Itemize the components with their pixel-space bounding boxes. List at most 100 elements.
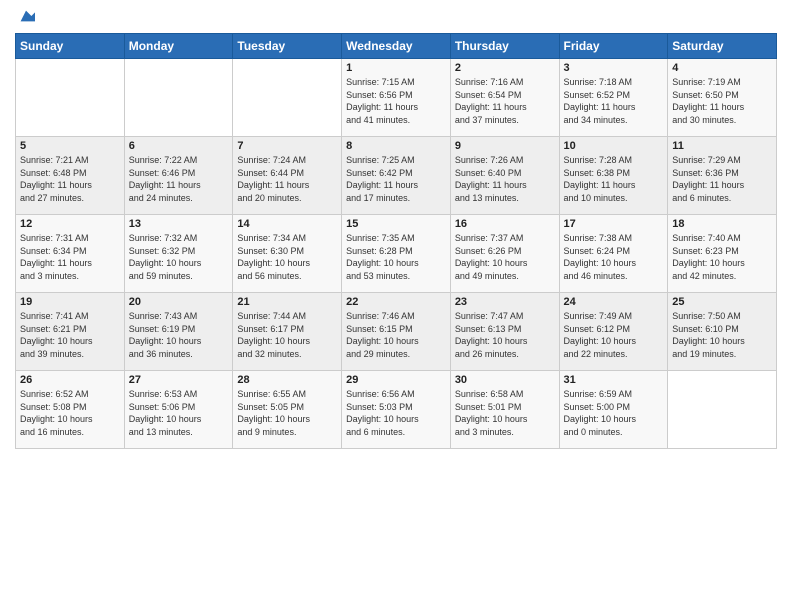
day-info: Sunrise: 7:31 AM Sunset: 6:34 PM Dayligh… xyxy=(20,232,120,282)
logo-icon xyxy=(17,7,35,25)
calendar-cell: 22 Sunrise: 7:46 AM Sunset: 6:15 PM Dayli… xyxy=(342,293,451,371)
calendar-cell: 21Sunrise: 7:44 AM Sunset: 6:17 PM Dayli… xyxy=(233,293,342,371)
day-number: 7 xyxy=(237,140,337,152)
calendar-cell: 6 Sunrise: 7:22 AM Sunset: 6:46 PM Daylig… xyxy=(124,137,233,215)
calendar-cell: 5Sunrise: 7:21 AM Sunset: 6:48 PM Daylig… xyxy=(16,137,125,215)
day-number: 24 xyxy=(564,296,664,308)
day-number: 22 xyxy=(346,296,446,308)
day-info: Sunrise: 7:41 AM Sunset: 6:21 PM Dayligh… xyxy=(20,310,120,360)
day-info: Sunrise: 7:26 AM Sunset: 6:40 PM Dayligh… xyxy=(455,154,555,204)
day-number: 9 xyxy=(455,140,555,152)
calendar-week-4: 19Sunrise: 7:41 AM Sunset: 6:21 PM Dayli… xyxy=(16,293,777,371)
calendar-cell: 16 Sunrise: 7:37 AM Sunset: 6:26 PM Dayli… xyxy=(450,215,559,293)
calendar-cell: 30 Sunrise: 6:58 AM Sunset: 5:01 PM Dayli… xyxy=(450,371,559,449)
weekday-header-saturday: Saturday xyxy=(668,34,777,59)
day-number: 31 xyxy=(564,374,664,386)
day-number: 26 xyxy=(20,374,120,386)
day-number: 14 xyxy=(237,218,337,230)
day-number: 11 xyxy=(672,140,772,152)
calendar-cell: 24 Sunrise: 7:49 AM Sunset: 6:12 PM Dayli… xyxy=(559,293,668,371)
day-number: 21 xyxy=(237,296,337,308)
calendar-cell: 25 Sunrise: 7:50 AM Sunset: 6:10 PM Dayli… xyxy=(668,293,777,371)
day-info: Sunrise: 7:43 AM Sunset: 6:19 PM Dayligh… xyxy=(129,310,229,360)
weekday-header-thursday: Thursday xyxy=(450,34,559,59)
calendar-cell xyxy=(16,59,125,137)
day-info: Sunrise: 7:46 AM Sunset: 6:15 PM Dayligh… xyxy=(346,310,446,360)
day-number: 25 xyxy=(672,296,772,308)
day-info: Sunrise: 7:49 AM Sunset: 6:12 PM Dayligh… xyxy=(564,310,664,360)
day-number: 12 xyxy=(20,218,120,230)
day-info: Sunrise: 7:28 AM Sunset: 6:38 PM Dayligh… xyxy=(564,154,664,204)
day-number: 8 xyxy=(346,140,446,152)
day-number: 18 xyxy=(672,218,772,230)
day-number: 1 xyxy=(346,62,446,74)
day-info: Sunrise: 7:34 AM Sunset: 6:30 PM Dayligh… xyxy=(237,232,337,282)
day-number: 6 xyxy=(129,140,229,152)
calendar-cell: 29Sunrise: 6:56 AM Sunset: 5:03 PM Dayli… xyxy=(342,371,451,449)
day-info: Sunrise: 6:55 AM Sunset: 5:05 PM Dayligh… xyxy=(237,388,337,438)
day-info: Sunrise: 6:58 AM Sunset: 5:01 PM Dayligh… xyxy=(455,388,555,438)
day-info: Sunrise: 7:35 AM Sunset: 6:28 PM Dayligh… xyxy=(346,232,446,282)
calendar-cell: 15 Sunrise: 7:35 AM Sunset: 6:28 PM Dayli… xyxy=(342,215,451,293)
day-number: 10 xyxy=(564,140,664,152)
calendar-cell: 12 Sunrise: 7:31 AM Sunset: 6:34 PM Dayli… xyxy=(16,215,125,293)
day-number: 4 xyxy=(672,62,772,74)
day-number: 27 xyxy=(129,374,229,386)
day-info: Sunrise: 7:47 AM Sunset: 6:13 PM Dayligh… xyxy=(455,310,555,360)
header xyxy=(15,10,777,25)
day-info: Sunrise: 7:15 AM Sunset: 6:56 PM Dayligh… xyxy=(346,76,446,126)
calendar-cell: 10 Sunrise: 7:28 AM Sunset: 6:38 PM Dayli… xyxy=(559,137,668,215)
day-info: Sunrise: 7:22 AM Sunset: 6:46 PM Dayligh… xyxy=(129,154,229,204)
calendar-cell: 1 Sunrise: 7:15 AM Sunset: 6:56 PM Daylig… xyxy=(342,59,451,137)
day-info: Sunrise: 7:25 AM Sunset: 6:42 PM Dayligh… xyxy=(346,154,446,204)
day-info: Sunrise: 6:53 AM Sunset: 5:06 PM Dayligh… xyxy=(129,388,229,438)
calendar-week-3: 12 Sunrise: 7:31 AM Sunset: 6:34 PM Dayli… xyxy=(16,215,777,293)
weekday-header-monday: Monday xyxy=(124,34,233,59)
day-number: 16 xyxy=(455,218,555,230)
weekday-header-sunday: Sunday xyxy=(16,34,125,59)
calendar-cell: 2 Sunrise: 7:16 AM Sunset: 6:54 PM Daylig… xyxy=(450,59,559,137)
logo xyxy=(15,15,35,25)
calendar-cell: 27 Sunrise: 6:53 AM Sunset: 5:06 PM Dayli… xyxy=(124,371,233,449)
calendar-week-5: 26Sunrise: 6:52 AM Sunset: 5:08 PM Dayli… xyxy=(16,371,777,449)
calendar-cell: 4 Sunrise: 7:19 AM Sunset: 6:50 PM Daylig… xyxy=(668,59,777,137)
day-info: Sunrise: 7:18 AM Sunset: 6:52 PM Dayligh… xyxy=(564,76,664,126)
day-info: Sunrise: 7:37 AM Sunset: 6:26 PM Dayligh… xyxy=(455,232,555,282)
calendar-table: SundayMondayTuesdayWednesdayThursdayFrid… xyxy=(15,33,777,449)
calendar-cell: 31 Sunrise: 6:59 AM Sunset: 5:00 PM Dayli… xyxy=(559,371,668,449)
calendar-cell xyxy=(124,59,233,137)
calendar-cell: 17Sunrise: 7:38 AM Sunset: 6:24 PM Dayli… xyxy=(559,215,668,293)
day-number: 5 xyxy=(20,140,120,152)
day-info: Sunrise: 7:24 AM Sunset: 6:44 PM Dayligh… xyxy=(237,154,337,204)
day-number: 20 xyxy=(129,296,229,308)
day-info: Sunrise: 6:59 AM Sunset: 5:00 PM Dayligh… xyxy=(564,388,664,438)
calendar-cell: 28Sunrise: 6:55 AM Sunset: 5:05 PM Dayli… xyxy=(233,371,342,449)
day-number: 2 xyxy=(455,62,555,74)
day-info: Sunrise: 6:56 AM Sunset: 5:03 PM Dayligh… xyxy=(346,388,446,438)
calendar-cell: 23 Sunrise: 7:47 AM Sunset: 6:13 PM Dayli… xyxy=(450,293,559,371)
day-number: 13 xyxy=(129,218,229,230)
calendar-cell: 20 Sunrise: 7:43 AM Sunset: 6:19 PM Dayli… xyxy=(124,293,233,371)
day-number: 15 xyxy=(346,218,446,230)
day-info: Sunrise: 7:32 AM Sunset: 6:32 PM Dayligh… xyxy=(129,232,229,282)
day-number: 17 xyxy=(564,218,664,230)
day-info: Sunrise: 7:50 AM Sunset: 6:10 PM Dayligh… xyxy=(672,310,772,360)
weekday-header-wednesday: Wednesday xyxy=(342,34,451,59)
calendar-cell xyxy=(668,371,777,449)
day-info: Sunrise: 7:19 AM Sunset: 6:50 PM Dayligh… xyxy=(672,76,772,126)
calendar-cell: 18 Sunrise: 7:40 AM Sunset: 6:23 PM Dayli… xyxy=(668,215,777,293)
calendar-cell xyxy=(233,59,342,137)
day-number: 23 xyxy=(455,296,555,308)
calendar-cell: 9 Sunrise: 7:26 AM Sunset: 6:40 PM Daylig… xyxy=(450,137,559,215)
day-info: Sunrise: 7:40 AM Sunset: 6:23 PM Dayligh… xyxy=(672,232,772,282)
day-number: 3 xyxy=(564,62,664,74)
calendar-cell: 3 Sunrise: 7:18 AM Sunset: 6:52 PM Daylig… xyxy=(559,59,668,137)
calendar-cell: 26Sunrise: 6:52 AM Sunset: 5:08 PM Dayli… xyxy=(16,371,125,449)
calendar-cell: 14 Sunrise: 7:34 AM Sunset: 6:30 PM Dayli… xyxy=(233,215,342,293)
page: SundayMondayTuesdayWednesdayThursdayFrid… xyxy=(0,0,792,612)
day-number: 30 xyxy=(455,374,555,386)
calendar-cell: 13 Sunrise: 7:32 AM Sunset: 6:32 PM Dayli… xyxy=(124,215,233,293)
day-info: Sunrise: 7:16 AM Sunset: 6:54 PM Dayligh… xyxy=(455,76,555,126)
calendar-cell: 7 Sunrise: 7:24 AM Sunset: 6:44 PM Daylig… xyxy=(233,137,342,215)
weekday-header-tuesday: Tuesday xyxy=(233,34,342,59)
